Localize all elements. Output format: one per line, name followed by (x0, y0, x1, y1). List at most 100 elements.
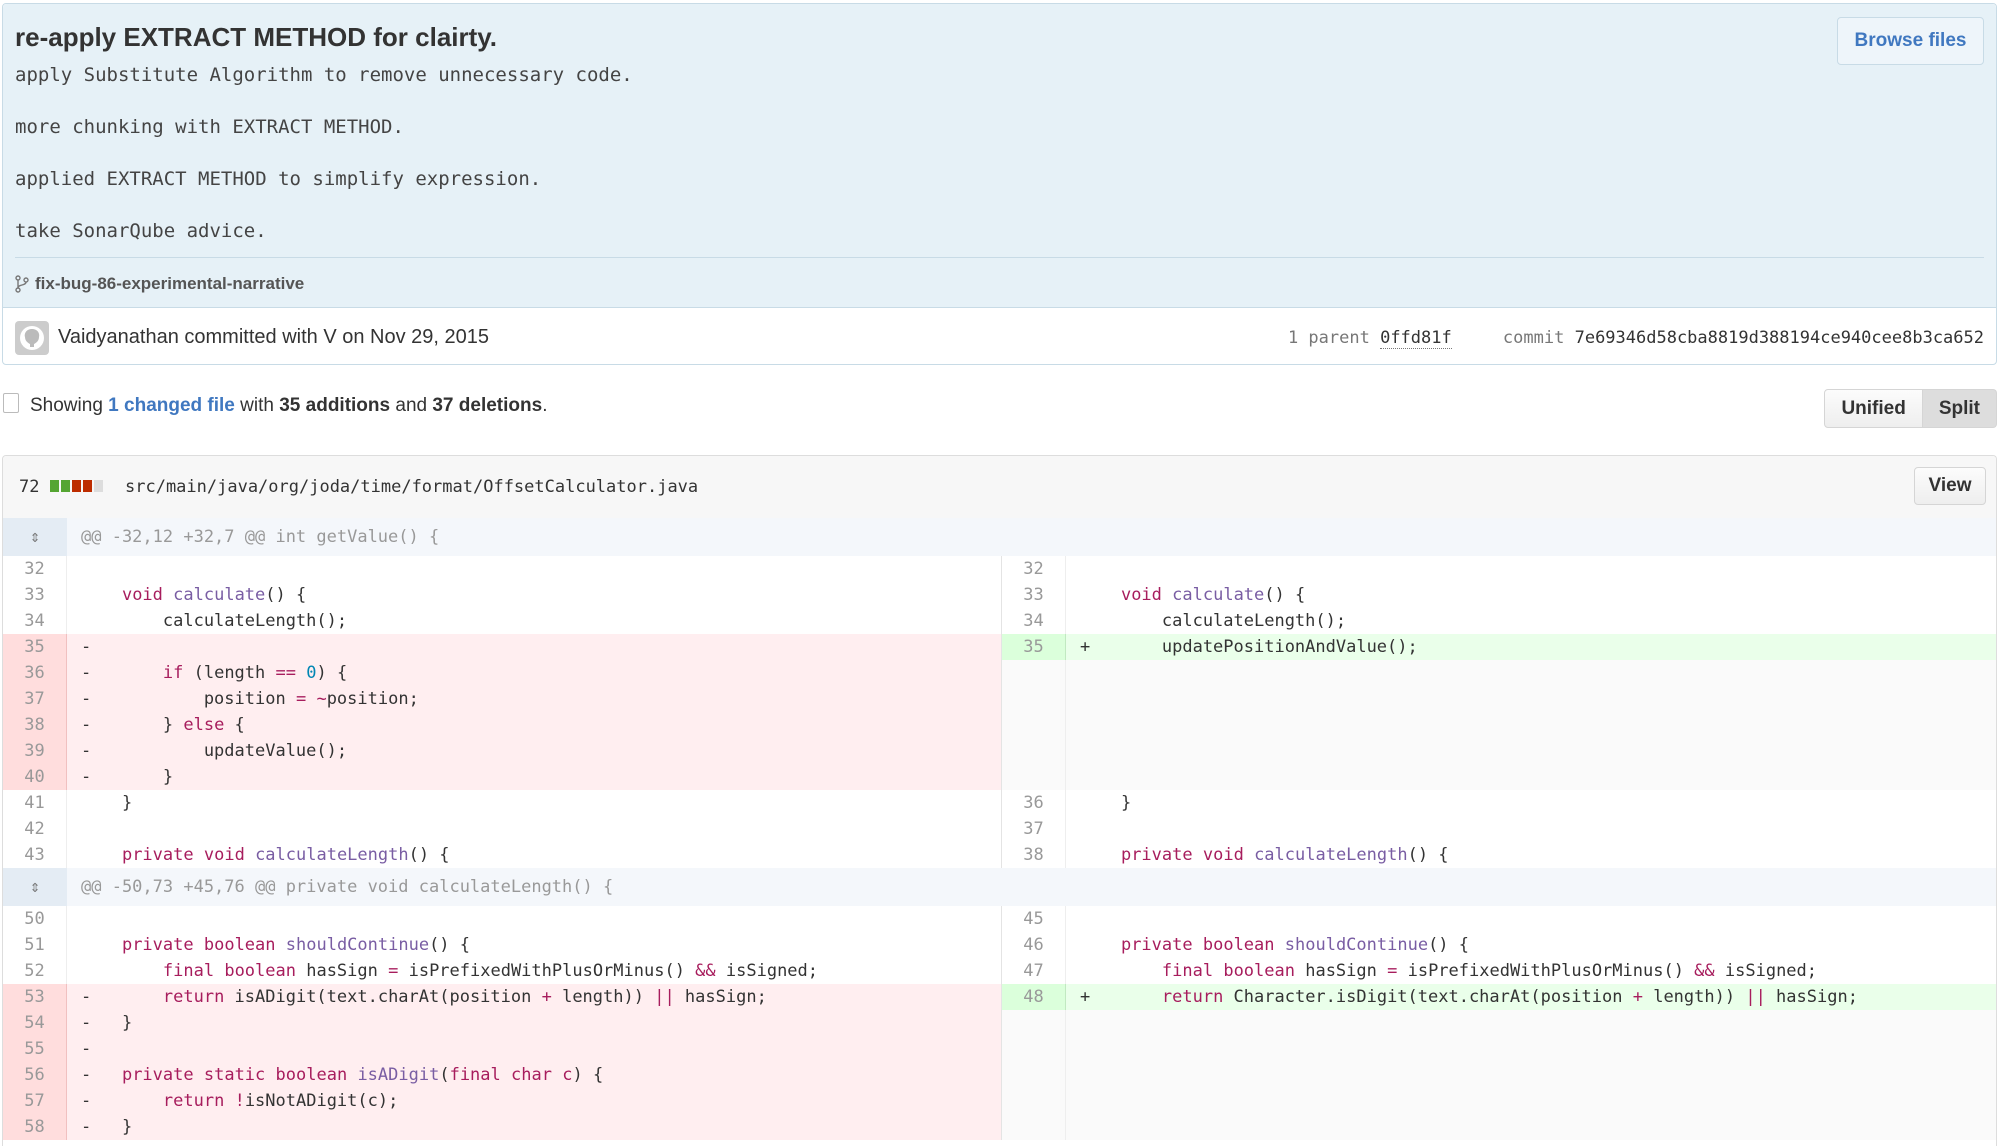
line-number[interactable]: 33 (1002, 582, 1066, 608)
new-line (1001, 764, 1996, 790)
unified-button[interactable]: Unified (1824, 389, 1923, 428)
line-number[interactable]: 56 (3, 1062, 67, 1088)
line-number[interactable]: 35 (3, 634, 67, 660)
line-number[interactable] (1002, 1010, 1066, 1036)
new-line (1001, 660, 1996, 686)
line-number[interactable]: 32 (3, 556, 67, 582)
old-line: 42 (3, 816, 1001, 842)
diffstat-blocks (50, 480, 103, 492)
line-number[interactable]: 43 (3, 842, 67, 868)
diff-row: 54- } (3, 1010, 1996, 1036)
new-line: 45 (1001, 906, 1996, 932)
line-number[interactable] (1002, 686, 1066, 712)
line-number[interactable]: 36 (3, 660, 67, 686)
line-number[interactable]: 58 (3, 1114, 67, 1140)
line-number[interactable]: 48 (1002, 984, 1066, 1010)
commit-sha: 7e69346d58cba8819d388194ce940cee8b3ca652 (1574, 328, 1984, 348)
code-line: - position = ~position; (67, 686, 1001, 712)
line-number[interactable] (1002, 1062, 1066, 1088)
new-line: 32 (1001, 556, 1996, 582)
description-line: apply Substitute Algorithm to remove unn… (15, 64, 633, 86)
code-line: - } (67, 1114, 1001, 1140)
code-line: - (67, 634, 1001, 660)
expand-icon[interactable]: ⇕ (3, 518, 67, 556)
expand-icon[interactable]: ⇕ (3, 868, 67, 906)
old-line: 38- } else { (3, 712, 1001, 738)
author-line: Vaidyanathan committed with V on Nov 29,… (58, 326, 489, 348)
line-number[interactable]: 45 (1002, 906, 1066, 932)
new-line (1001, 1114, 1996, 1140)
line-number[interactable]: 36 (1002, 790, 1066, 816)
octocat-icon (20, 326, 44, 350)
line-number[interactable]: 38 (1002, 842, 1066, 868)
line-number[interactable]: 38 (3, 712, 67, 738)
hunk-text: @@ -50,73 +45,76 @@ private void calcula… (81, 877, 614, 897)
line-number[interactable]: 51 (3, 932, 67, 958)
line-number[interactable]: 34 (3, 608, 67, 634)
split-diff-table: ⇕ @@ -32,12 +32,7 @@ int getValue() { 32 32… (3, 518, 1996, 1140)
split-button[interactable]: Split (1922, 389, 1997, 428)
view-file-button[interactable]: View (1914, 467, 1986, 505)
diff-row: 40- } (3, 764, 1996, 790)
parent-sha-link[interactable]: 0ffd81f (1380, 328, 1452, 349)
diff-row: 35-35 + updatePositionAndValue(); (3, 634, 1996, 660)
avatar[interactable] (15, 321, 49, 355)
old-line: 33 void calculate() { (3, 582, 1001, 608)
description-line: more chunking with EXTRACT METHOD. (15, 116, 404, 138)
additions-count: 35 additions (279, 395, 391, 416)
line-number[interactable]: 35 (1002, 634, 1066, 660)
showing-label: Showing (30, 395, 103, 416)
line-number[interactable]: 41 (3, 790, 67, 816)
line-number[interactable]: 37 (3, 686, 67, 712)
line-number[interactable]: 32 (1002, 556, 1066, 582)
line-number[interactable]: 53 (3, 984, 67, 1010)
line-number[interactable] (1002, 1114, 1066, 1140)
code-line (1066, 1114, 1996, 1140)
line-number[interactable]: 39 (3, 738, 67, 764)
branch-link[interactable]: fix-bug-86-experimental-narrative (15, 274, 304, 294)
code-line: } (1080, 793, 1132, 813)
line-number[interactable] (1002, 1088, 1066, 1114)
parent-label: 1 parent (1287, 328, 1370, 348)
code-line: - updateValue(); (67, 738, 1001, 764)
line-number[interactable]: 57 (3, 1088, 67, 1114)
old-line: 35- (3, 634, 1001, 660)
code-line (1066, 660, 1996, 686)
diff-row: 53- return isADigit(text.charAt(position… (3, 984, 1996, 1010)
code-line: void calculate() { (121, 585, 307, 605)
with-label: with (240, 395, 274, 416)
diff-view-toggle: Unified Split (1824, 389, 1997, 428)
period: . (542, 395, 548, 416)
old-line: 55- (3, 1036, 1001, 1062)
diff-row: 52 final boolean hasSign = isPrefixedWit… (3, 958, 1996, 984)
changed-files-link[interactable]: 1 changed file (108, 395, 235, 416)
old-line: 43 private void calculateLength() { (3, 842, 1001, 868)
diff-row: 38- } else { (3, 712, 1996, 738)
hunk-text: @@ -32,12 +32,7 @@ int getValue() { (81, 527, 440, 547)
line-number[interactable]: 34 (1002, 608, 1066, 634)
line-number[interactable]: 40 (3, 764, 67, 790)
code-line (1066, 738, 1996, 764)
old-line: 58- } (3, 1114, 1001, 1140)
line-number[interactable]: 33 (3, 582, 67, 608)
code-line: - private static boolean isADigit(final … (67, 1062, 1001, 1088)
line-number[interactable]: 54 (3, 1010, 67, 1036)
code-line: - return !isNotADigit(c); (67, 1088, 1001, 1114)
line-number[interactable]: 52 (3, 958, 67, 984)
line-number[interactable] (1002, 712, 1066, 738)
line-number[interactable] (1002, 764, 1066, 790)
new-line: 34 calculateLength(); (1001, 608, 1996, 634)
code-line: calculateLength(); (1080, 611, 1347, 631)
line-number[interactable] (1002, 738, 1066, 764)
line-number[interactable]: 42 (3, 816, 67, 842)
line-number[interactable] (1002, 1036, 1066, 1062)
line-number[interactable]: 37 (1002, 816, 1066, 842)
line-number[interactable]: 50 (3, 906, 67, 932)
line-number[interactable]: 47 (1002, 958, 1066, 984)
new-line (1001, 1036, 1996, 1062)
line-number[interactable]: 55 (3, 1036, 67, 1062)
old-line: 57- return !isNotADigit(c); (3, 1088, 1001, 1114)
line-number[interactable] (1002, 660, 1066, 686)
browse-files-button[interactable]: Browse files (1837, 17, 1984, 65)
line-number[interactable]: 46 (1002, 932, 1066, 958)
